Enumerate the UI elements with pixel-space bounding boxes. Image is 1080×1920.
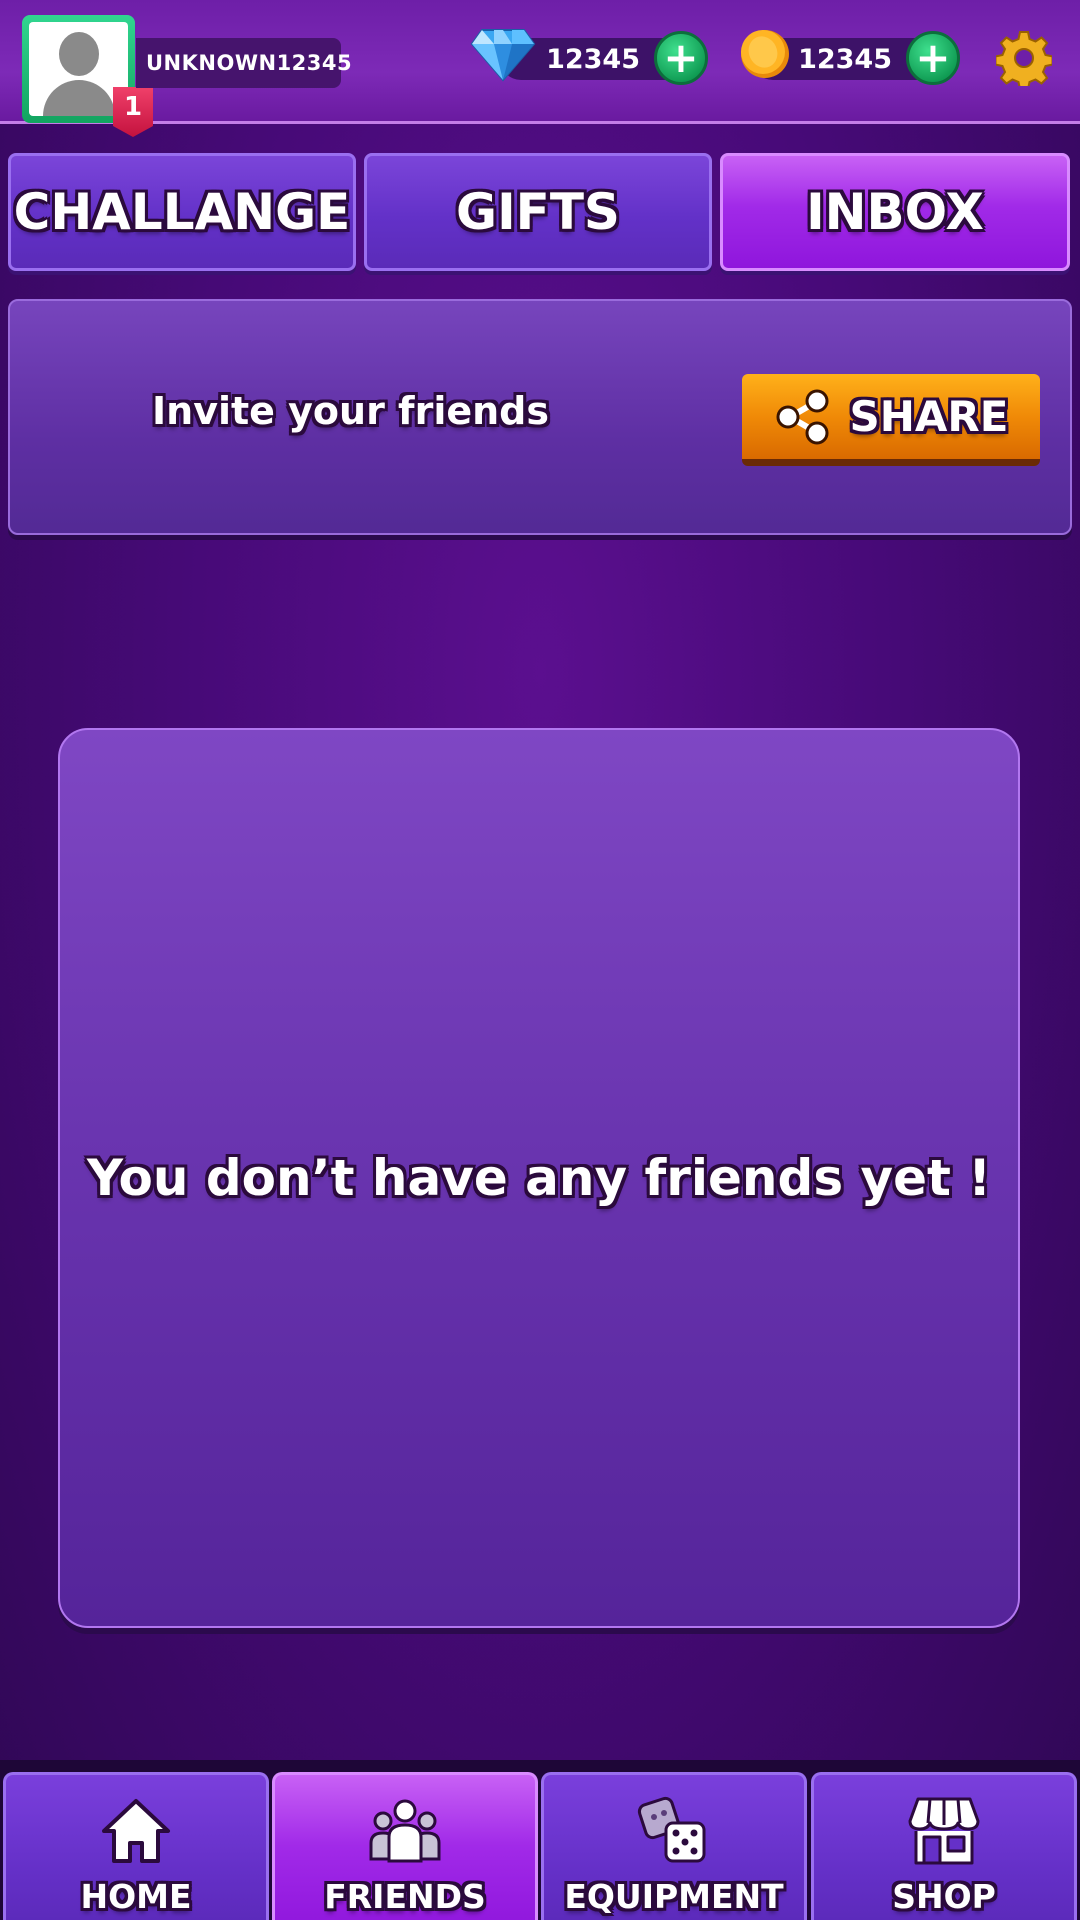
nav-home[interactable]: HOME [3, 1772, 269, 1920]
tab-gifts[interactable]: GIFTS [364, 153, 712, 271]
plus-icon: + [915, 33, 951, 82]
plus-icon: + [663, 33, 699, 82]
share-icon [776, 389, 829, 444]
nav-shop[interactable]: SHOP [811, 1772, 1077, 1920]
level-badge: 1 [113, 87, 153, 137]
coin-amount: 12345 [798, 43, 892, 75]
shop-icon [908, 1797, 980, 1865]
username-label: UNKNOWN12345 [136, 38, 352, 88]
add-gems-button[interactable]: + [654, 31, 708, 85]
nav-equipment[interactable]: EQUIPMENT [541, 1772, 807, 1920]
share-button[interactable]: SHARE [742, 374, 1040, 466]
nav-home-label: HOME [80, 1877, 192, 1916]
coin-icon [741, 30, 789, 78]
gem-amount: 12345 [546, 43, 640, 75]
share-label: SHARE [849, 392, 1009, 441]
tab-challange[interactable]: CHALLANGE [8, 153, 356, 271]
dice-icon [637, 1796, 706, 1863]
empty-friends-message: You don’t have any friends yet ! [86, 1149, 992, 1207]
nav-friends-label: FRIENDS [324, 1877, 486, 1916]
bottom-nav: HOME FRIENDS EQUIPMENT SHOP [0, 1760, 1080, 1920]
home-icon [102, 1799, 170, 1863]
nav-friends[interactable]: FRIENDS [272, 1772, 538, 1920]
nav-shop-label: SHOP [892, 1877, 996, 1916]
top-bar: 1 UNKNOWN12345 12345 + 12345 + [0, 0, 1080, 137]
invite-text: Invite your friends [152, 389, 549, 433]
gem-icon [470, 29, 536, 82]
gear-icon[interactable] [996, 30, 1052, 86]
friends-list-panel: You don’t have any friends yet ! [58, 728, 1020, 1628]
tab-inbox[interactable]: INBOX [720, 153, 1070, 271]
invite-panel: Invite your friends SHARE [8, 299, 1072, 535]
nav-equipment-label: EQUIPMENT [564, 1877, 784, 1916]
friends-icon [369, 1799, 441, 1863]
add-coins-button[interactable]: + [906, 31, 960, 85]
